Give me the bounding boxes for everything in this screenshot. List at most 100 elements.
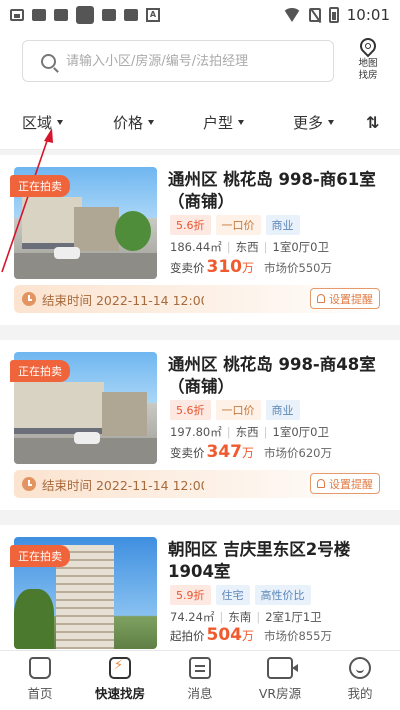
gallery-notification-icon	[10, 9, 24, 21]
app-notification-icon	[102, 9, 116, 21]
listing-area: 197.80㎡	[170, 425, 222, 439]
filter-label: 区域	[22, 113, 53, 132]
listing-orientation: 东西	[235, 425, 259, 439]
profile-icon	[349, 657, 371, 679]
auction-live-badge: 正在拍卖	[10, 545, 70, 567]
notification-icons: A	[10, 6, 160, 24]
listing-layout: 1室0厅0卫	[272, 425, 329, 439]
filter-label: 价格	[113, 113, 144, 132]
sort-icon[interactable]: ⇅	[366, 113, 379, 132]
price-row: 变卖价 347 万 市场价620万	[170, 442, 332, 462]
filter-label: 更多	[293, 113, 324, 132]
status-time: 10:01	[346, 6, 390, 24]
price-unit: 万	[242, 261, 255, 275]
listing-area: 74.24㎡	[170, 610, 215, 624]
map-button-label-1: 地图	[358, 58, 378, 69]
bell-icon	[317, 479, 325, 488]
property-type-chip: 商业	[265, 400, 300, 420]
app-notification-icon	[124, 9, 138, 21]
listing-title: 通州区 桃花岛 998-商61室（商铺）	[168, 170, 376, 211]
auction-end-time: 结束时间 2022-11-14 12:00:00	[42, 477, 204, 493]
price-type-chip: 一口价	[215, 400, 261, 420]
auction-end-bar: 结束时间 2022-11-14 12:00:00 设置提醒	[14, 470, 386, 498]
filter-district[interactable]: 区域	[22, 112, 64, 133]
set-reminder-button[interactable]: 设置提醒	[310, 473, 380, 494]
market-price: 市场价550万	[264, 261, 332, 275]
search-icon	[41, 53, 56, 69]
listing-orientation: 东南	[228, 610, 252, 624]
tab-home[interactable]: 首页	[0, 651, 80, 710]
filter-bar: 区域 价格 户型 更多 ⇅	[0, 95, 400, 150]
price-label: 变卖价	[170, 261, 205, 275]
header: 地图 找房	[0, 30, 400, 95]
listing-meta: 74.24㎡ | 东南 | 2室1厅1卫	[170, 610, 322, 624]
font-notification-icon: A	[146, 8, 160, 22]
tab-label: VR房源	[258, 686, 302, 701]
map-button-label-2: 找房	[358, 70, 378, 81]
no-sim-icon	[308, 8, 321, 22]
listing-title: 通州区 桃花岛 998-商48室（商铺）	[168, 355, 376, 396]
property-type-chip: 商业	[265, 215, 300, 235]
message-icon	[189, 657, 211, 679]
clock-icon	[22, 292, 36, 306]
caret-down-icon	[328, 119, 335, 125]
app-notification-icon	[54, 9, 68, 21]
filter-more[interactable]: 更多	[293, 112, 335, 133]
tab-profile[interactable]: 我的	[320, 651, 400, 710]
reminder-label: 设置提醒	[329, 292, 373, 306]
caret-down-icon	[238, 119, 245, 125]
map-pin-icon	[356, 34, 380, 58]
listing-title: 朝阳区 吉庆里东区2号楼1904室	[168, 540, 351, 581]
price-row: 起拍价 504 万 市场价855万	[170, 625, 332, 645]
auction-end-bar: 结束时间 2022-11-14 12:00:00 设置提醒	[14, 285, 386, 313]
auction-live-badge: 正在拍卖	[10, 175, 70, 197]
discount-chip: 5.6折	[170, 400, 211, 420]
listing-layout: 1室0厅0卫	[272, 240, 329, 254]
listing-orientation: 东西	[235, 240, 259, 254]
app-notification-icon	[76, 6, 94, 24]
listing-area: 186.44㎡	[170, 240, 222, 254]
price-value: 504	[206, 625, 243, 645]
listing-card[interactable]: 朝阳区 吉庆里东区2号楼1904室 5.9折 住宅 高性价比 74.24㎡ | 东…	[0, 525, 400, 650]
battery-icon	[328, 7, 339, 23]
tab-label: 快速找房	[94, 686, 145, 701]
listing-meta: 197.80㎡ | 东西 | 1室0厅0卫	[170, 425, 329, 439]
discount-chip: 5.9折	[170, 585, 211, 605]
clock-icon	[22, 477, 36, 491]
search-box[interactable]	[22, 40, 334, 82]
price-label: 起拍价	[170, 629, 205, 643]
tab-label: 我的	[347, 686, 373, 701]
listing-meta: 186.44㎡ | 东西 | 1室0厅0卫	[170, 240, 329, 254]
filter-price[interactable]: 价格	[113, 112, 155, 133]
price-type-chip: 一口价	[215, 215, 261, 235]
price-value: 347	[206, 442, 243, 462]
reminder-label: 设置提醒	[329, 477, 373, 491]
status-bar: A 10:01	[0, 0, 400, 30]
caret-down-icon	[148, 119, 155, 125]
bottom-tab-bar: 首页 快速找房 消息 VR房源 我的	[0, 650, 400, 710]
tab-label: 消息	[187, 686, 213, 701]
highlight-chip: 高性价比	[254, 585, 311, 605]
app-notification-icon	[32, 9, 46, 21]
filter-layout[interactable]: 户型	[203, 112, 245, 133]
price-value: 310	[206, 257, 243, 277]
price-row: 变卖价 310 万 市场价550万	[170, 257, 332, 277]
caret-down-icon	[57, 119, 64, 125]
wifi-icon	[282, 8, 301, 22]
market-price: 市场价855万	[264, 629, 332, 643]
map-search-button[interactable]: 地图 找房	[348, 34, 388, 82]
search-input[interactable]	[66, 53, 306, 69]
price-unit: 万	[242, 629, 255, 643]
bell-icon	[317, 294, 325, 303]
auction-live-badge: 正在拍卖	[10, 360, 70, 382]
property-type-chip: 住宅	[215, 585, 250, 605]
tab-vr[interactable]: VR房源	[240, 651, 320, 710]
market-price: 市场价620万	[264, 446, 332, 460]
set-reminder-button[interactable]: 设置提醒	[310, 288, 380, 309]
tab-quick-search[interactable]: 快速找房	[80, 651, 160, 710]
vr-camera-icon	[267, 657, 298, 679]
tab-label: 首页	[27, 686, 53, 701]
filter-label: 户型	[203, 113, 234, 132]
tab-messages[interactable]: 消息	[160, 651, 240, 710]
home-icon	[29, 657, 51, 679]
